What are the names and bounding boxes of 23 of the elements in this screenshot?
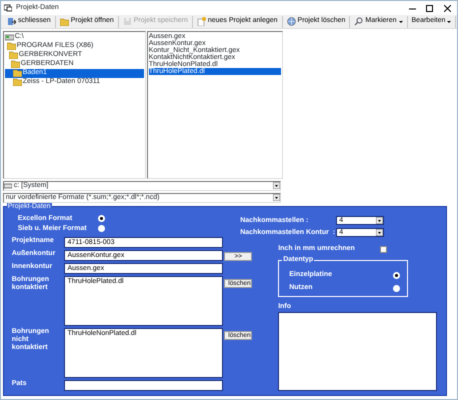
dropdown-arrow-icon <box>272 182 280 190</box>
new-file-icon <box>196 17 206 26</box>
radio-button[interactable] <box>393 272 400 278</box>
input-field[interactable] <box>64 380 222 391</box>
radio-button[interactable] <box>98 225 105 232</box>
globe-icon <box>286 17 296 26</box>
caret-icon <box>398 20 403 22</box>
drive-icon <box>4 182 12 189</box>
folder-icon <box>60 17 69 26</box>
radio-button[interactable] <box>98 215 105 222</box>
caret-icon <box>447 20 452 22</box>
window-icon <box>4 4 12 12</box>
info-text-area[interactable] <box>278 312 438 391</box>
search-icon <box>354 17 364 26</box>
dropdown-arrow-icon <box>376 229 384 236</box>
drive-icon <box>4 33 14 42</box>
maximize-icon <box>426 4 433 12</box>
close-icon <box>444 4 450 12</box>
exit-icon <box>7 17 16 26</box>
checkbox[interactable] <box>380 246 388 253</box>
dropdown-arrow-icon <box>376 217 384 224</box>
radio-button[interactable] <box>393 284 400 292</box>
dropdown-arrow-icon <box>272 194 280 202</box>
